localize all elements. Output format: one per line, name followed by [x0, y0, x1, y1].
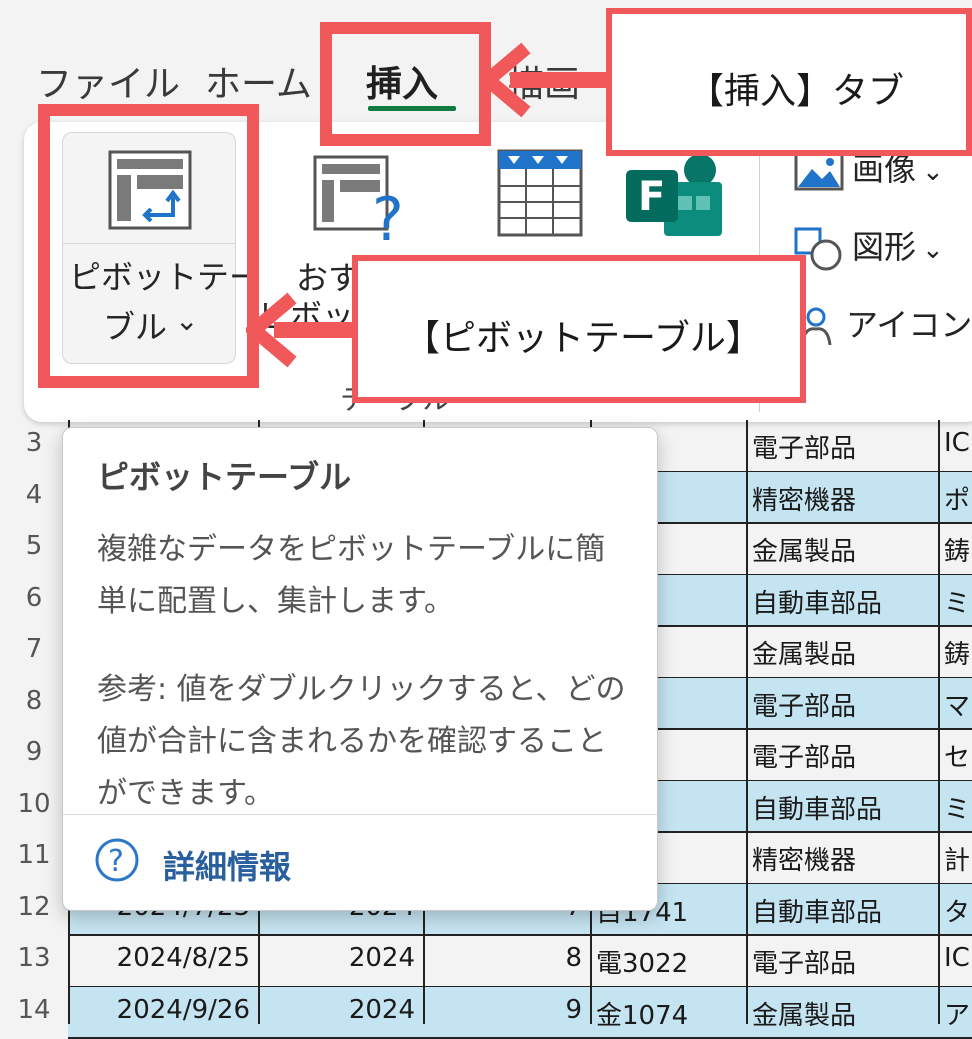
row-header[interactable]: 8 [0, 686, 68, 716]
table-cell[interactable]: 自動車部品 [746, 789, 938, 826]
table-cell[interactable]: マ [938, 686, 972, 723]
pivot-table-callout-text: 【ピボットテーブル】 [404, 318, 762, 359]
insert-tab-callout-text: 【挿入】タブ [688, 71, 905, 112]
table-cell[interactable]: 自動車部品 [746, 892, 938, 929]
pivot-table-callout: 【ピボットテーブル】 [352, 255, 806, 403]
chevron-down-icon: ⌄ [922, 235, 944, 265]
table-cell[interactable]: IC [938, 943, 972, 973]
table-cell[interactable]: ミ [938, 583, 972, 620]
row-header[interactable]: 3 [0, 428, 68, 458]
table-cell[interactable]: 2024/8/25 [68, 943, 258, 973]
row-header[interactable]: 9 [0, 737, 68, 767]
table-cell[interactable]: 鋳 [938, 531, 972, 568]
shapes-label: 図形 [852, 228, 917, 266]
table-cell[interactable]: 2024/9/26 [68, 995, 258, 1025]
table-cell[interactable]: セ [938, 737, 972, 774]
table-cell[interactable]: 9 [423, 995, 590, 1025]
image-icon [794, 151, 844, 191]
row-header[interactable]: 10 [0, 789, 68, 819]
row-header[interactable]: 14 [0, 995, 68, 1025]
pivot-table-highlight [38, 104, 259, 388]
tooltip-note: 参考: 値をダブルクリックすると、どの 値が合計に含まれるかを確認すること がで… [97, 672, 626, 811]
grid-line [938, 420, 940, 1024]
table-cell[interactable]: 精密機器 [746, 480, 938, 517]
table-cell[interactable]: 金属製品 [746, 531, 938, 568]
grid-line [68, 934, 972, 936]
chevron-down-icon: ⌄ [922, 157, 944, 187]
pivot-table-arrow-icon [246, 292, 364, 368]
row-header[interactable]: 11 [0, 840, 68, 870]
table-cell[interactable]: 精密機器 [746, 840, 938, 877]
table-cell[interactable]: IC [938, 428, 972, 458]
row-header[interactable]: 6 [0, 583, 68, 613]
grid-line [746, 420, 748, 1024]
icons-label: アイコン [846, 306, 972, 344]
table-cell[interactable]: 8 [423, 943, 590, 973]
table-cell[interactable]: 鋳 [938, 634, 972, 671]
row-header[interactable]: 4 [0, 480, 68, 510]
recommended-pivot-icon: ? [313, 155, 404, 244]
table-cell[interactable]: 自動車部品 [746, 583, 938, 620]
tab-file[interactable]: ファイル [36, 55, 180, 107]
table-icon [497, 149, 583, 237]
icons-button[interactable]: アイコン [794, 300, 972, 349]
help-icon[interactable]: ? [93, 836, 141, 884]
table-cell[interactable]: 計 [938, 840, 972, 877]
row-header[interactable]: 12 [0, 892, 68, 922]
svg-text:F: F [638, 174, 665, 220]
table-cell[interactable]: 電子部品 [746, 686, 938, 723]
insert-tab-highlight [320, 22, 491, 146]
table-cell[interactable]: タ [938, 892, 972, 929]
forms-icon: F [626, 154, 722, 236]
table-cell[interactable]: 2024 [258, 995, 423, 1025]
tooltip-title: ピボットテーブル [97, 458, 352, 496]
row-header[interactable]: 13 [0, 943, 68, 973]
table-cell[interactable]: ミ [938, 789, 972, 826]
shapes-button[interactable]: 図形 ⌄ [794, 222, 944, 271]
svg-text:?: ? [372, 185, 404, 244]
table-cell[interactable]: 2024 [258, 943, 423, 973]
row-header[interactable]: 7 [0, 634, 68, 664]
table-cell[interactable]: 電3022 [590, 943, 746, 980]
pivot-table-tooltip: ピボットテーブル 複雑なデータをピボットテーブルに簡 単に配置し、集計します。 … [62, 427, 658, 911]
table-cell[interactable]: ア [938, 995, 972, 1032]
table-cell[interactable]: ポ [938, 480, 972, 517]
learn-more-link[interactable]: 詳細情報 [163, 842, 291, 888]
row-header[interactable]: 5 [0, 531, 68, 561]
table-cell[interactable]: 電子部品 [746, 943, 938, 980]
tooltip-description: 複雑なデータをピボットテーブルに簡 単に配置し、集計します。 [97, 532, 606, 619]
table-cell[interactable]: 電子部品 [746, 428, 938, 465]
table-cell[interactable]: 金属製品 [746, 995, 938, 1032]
table-cell[interactable]: 金属製品 [746, 634, 938, 671]
table-cell[interactable]: 電子部品 [746, 737, 938, 774]
insert-tab-arrow-icon [480, 42, 616, 118]
insert-tab-callout: 【挿入】タブ [606, 8, 972, 156]
tab-home[interactable]: ホーム [205, 55, 312, 107]
svg-text:?: ? [108, 844, 124, 879]
tooltip-divider [63, 814, 657, 815]
table-cell[interactable]: 金1074 [590, 995, 746, 1032]
